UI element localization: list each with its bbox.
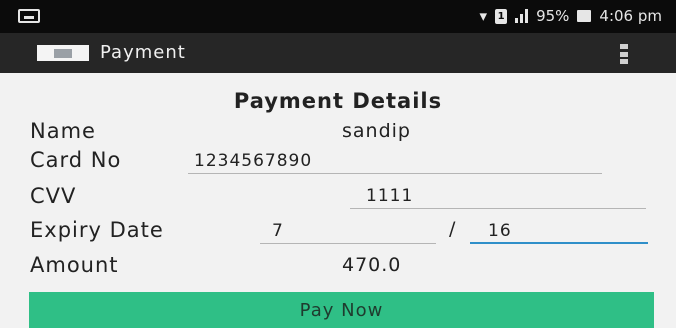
sim-icon: 1 <box>495 8 508 24</box>
status-bar: ▾ 1 95% 4:06 pm <box>0 0 676 33</box>
notification-icon <box>18 9 40 23</box>
wifi-icon: ▾ <box>479 7 488 25</box>
expiry-year-field[interactable]: 16 <box>470 218 648 244</box>
cvv-field[interactable]: 1111 <box>350 183 646 209</box>
expiry-date-label: Expiry Date <box>30 218 164 242</box>
battery-percentage: 95% <box>536 7 570 25</box>
signal-icon <box>515 9 529 23</box>
app-logo-icon <box>37 45 89 61</box>
app-bar: Payment <box>0 33 676 73</box>
overflow-menu-icon[interactable] <box>620 44 628 64</box>
form-heading: Payment Details <box>233 89 443 113</box>
app-title: Payment <box>100 42 186 63</box>
cvv-label: CVV <box>30 184 77 208</box>
status-icons: ▾ 1 95% 4:06 pm <box>480 7 662 25</box>
payment-form: Payment Details Name sandip Card No 1234… <box>0 73 676 328</box>
amount-value: 470.0 <box>342 254 402 276</box>
battery-icon <box>577 10 592 22</box>
card-no-label: Card No <box>30 148 122 172</box>
amount-label: Amount <box>30 253 119 277</box>
clock: 4:06 pm <box>599 7 662 25</box>
pay-now-button[interactable]: Pay Now <box>29 292 654 328</box>
name-label: Name <box>30 119 96 143</box>
name-value: sandip <box>342 120 411 142</box>
expiry-separator: / <box>449 218 456 240</box>
card-number-field[interactable]: 1234567890 <box>188 148 602 174</box>
expiry-month-field[interactable]: 7 <box>260 218 436 244</box>
